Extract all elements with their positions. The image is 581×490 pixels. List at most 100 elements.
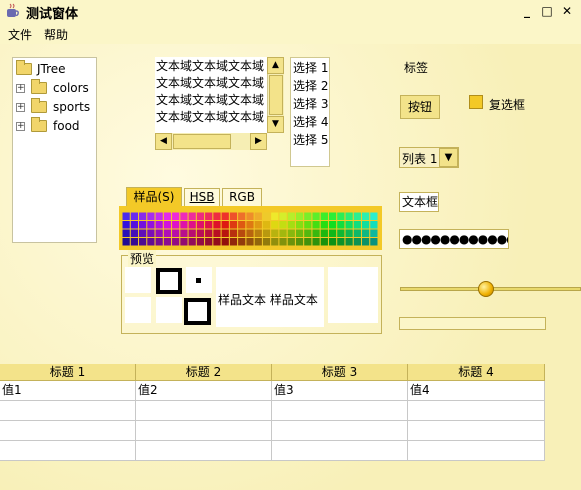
list-item[interactable]: 选择 3 [293,95,328,113]
scroll-down-icon[interactable]: ▼ [267,116,284,133]
list-item[interactable]: 选择 2 [293,77,328,95]
color-swatch[interactable] [196,221,205,229]
table-cell[interactable] [272,441,408,461]
color-swatch[interactable] [130,238,139,246]
color-swatch[interactable] [271,212,279,221]
color-swatch[interactable] [295,238,304,246]
color-swatch[interactable] [328,221,337,229]
expand-icon[interactable]: + [16,102,25,112]
color-swatch[interactable] [328,212,337,221]
color-swatch[interactable] [155,238,163,246]
color-swatch[interactable] [221,212,229,221]
color-swatch[interactable] [370,229,378,238]
color-swatch[interactable] [213,229,221,238]
color-swatch[interactable] [312,238,320,246]
scroll-thumb[interactable] [173,134,231,149]
color-swatch[interactable] [328,238,337,246]
color-swatch[interactable] [312,212,320,221]
color-swatch[interactable] [221,238,229,246]
color-swatch[interactable] [172,229,180,238]
chevron-down-icon[interactable]: ▼ [439,148,458,167]
table-cell[interactable] [272,421,408,441]
color-swatch[interactable] [196,238,205,246]
color-swatch[interactable] [188,221,196,229]
color-swatch[interactable] [304,212,312,221]
color-swatch[interactable] [180,229,188,238]
color-swatch[interactable] [271,229,279,238]
list-item[interactable]: 选择 1 [293,59,328,77]
color-swatch[interactable] [213,221,221,229]
color-swatch[interactable] [221,221,229,229]
color-swatch[interactable] [163,238,172,246]
color-swatch[interactable] [246,212,254,221]
color-swatch[interactable] [295,229,304,238]
list-item[interactable]: 选择 5 [293,131,328,149]
color-swatch[interactable] [205,221,213,229]
color-swatch[interactable] [238,212,246,221]
maximize-button[interactable]: □ [540,4,554,18]
menu-help[interactable]: 帮助 [44,26,68,43]
expand-icon[interactable]: + [16,83,25,93]
color-swatch[interactable] [254,212,262,221]
color-swatch[interactable] [287,212,295,221]
color-swatch[interactable] [213,212,221,221]
color-swatch[interactable] [345,212,353,221]
color-swatch[interactable] [205,212,213,221]
color-swatch[interactable] [122,238,130,246]
tree-node-food[interactable]: + food [16,117,80,135]
minimize-button[interactable]: _ [520,4,534,18]
tab-hsb[interactable]: HSB [184,188,220,207]
color-swatch[interactable] [130,221,139,229]
list-box[interactable]: 选择 1 选择 2 选择 3 选择 4 选择 5 [290,57,330,167]
color-swatch[interactable] [361,238,370,246]
tab-rgb[interactable]: RGB [222,188,262,207]
table-header-cell[interactable]: 标题 3 [272,364,408,381]
color-swatch[interactable] [370,221,378,229]
color-swatch[interactable] [287,229,295,238]
color-swatch[interactable] [188,229,196,238]
color-swatch[interactable] [337,238,345,246]
color-swatch[interactable] [262,229,271,238]
color-swatch[interactable] [254,221,262,229]
color-swatch[interactable] [172,238,180,246]
scroll-right-icon[interactable]: ▶ [250,133,267,150]
color-swatch[interactable] [262,221,271,229]
color-swatch[interactable] [345,229,353,238]
table-header-cell[interactable]: 标题 2 [136,364,272,381]
table-cell[interactable] [408,401,545,421]
color-swatch[interactable] [172,212,180,221]
color-swatch[interactable] [304,229,312,238]
push-button[interactable]: 按钮 [400,95,440,119]
color-swatch[interactable] [262,212,271,221]
color-swatch[interactable] [196,229,205,238]
color-swatch[interactable] [361,212,370,221]
color-swatch[interactable] [139,229,147,238]
color-swatch[interactable] [337,212,345,221]
color-swatch[interactable] [295,212,304,221]
tree-node-colors[interactable]: + colors [16,79,89,97]
color-swatch[interactable] [205,229,213,238]
color-swatch[interactable] [238,238,246,246]
color-swatch[interactable] [147,229,155,238]
color-swatch[interactable] [205,238,213,246]
color-swatch[interactable] [147,238,155,246]
color-swatch[interactable] [279,221,287,229]
horizontal-scrollbar[interactable]: ◀ ▶ [155,133,267,150]
color-swatch[interactable] [122,212,130,221]
table-cell[interactable] [408,441,545,461]
color-swatch[interactable] [155,212,163,221]
color-swatch[interactable] [312,229,320,238]
table-cell[interactable] [0,401,136,421]
color-swatch[interactable] [163,229,172,238]
color-swatch[interactable] [229,212,238,221]
checkbox-label[interactable]: 复选框 [489,96,525,113]
color-swatch[interactable] [130,229,139,238]
color-swatch[interactable] [139,212,147,221]
color-swatch[interactable] [320,229,328,238]
color-swatch[interactable] [246,229,254,238]
color-swatch[interactable] [139,221,147,229]
table-cell[interactable]: 值4 [408,381,545,401]
color-swatch[interactable] [304,221,312,229]
color-swatch[interactable] [196,212,205,221]
color-swatch[interactable] [188,238,196,246]
